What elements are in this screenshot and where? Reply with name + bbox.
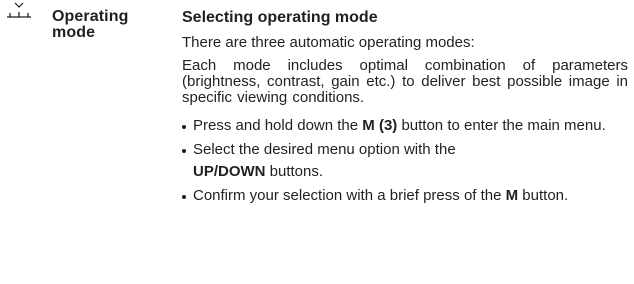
section-title: Selecting operating mode	[182, 9, 378, 26]
step-text: Press and hold down the	[193, 117, 363, 134]
instruction-list: Press and hold down the M (3) button to …	[182, 118, 634, 204]
button-name: UP/DOWN	[193, 163, 266, 180]
manual-page: Operating mode Selecting operating mode …	[0, 0, 634, 284]
section-label: Operating mode	[52, 8, 129, 41]
step-text: Select the desired menu option with the	[193, 141, 456, 158]
step-text: Confirm your selection with a brief pres…	[193, 187, 506, 204]
section-content: Selecting operating mode There are three…	[182, 9, 634, 212]
step-text: buttons.	[265, 163, 324, 180]
step-line: UP/DOWN buttons.	[193, 164, 634, 180]
step-text: button.	[518, 187, 569, 204]
instruction-step: Confirm your selection with a brief pres…	[182, 188, 634, 204]
button-name: M (3)	[362, 117, 398, 134]
mode-description: Each mode includes optimal combination o…	[182, 57, 628, 106]
instruction-step: Select the desired menu option with the U…	[182, 142, 634, 180]
step-text: button to enter the main menu.	[397, 117, 606, 134]
intro-text: There are three automatic operating mode…	[182, 34, 475, 51]
instruction-step: Press and hold down the M (3) button to …	[182, 118, 634, 134]
button-name: M	[505, 187, 519, 204]
mode-selector-icon	[7, 2, 31, 18]
